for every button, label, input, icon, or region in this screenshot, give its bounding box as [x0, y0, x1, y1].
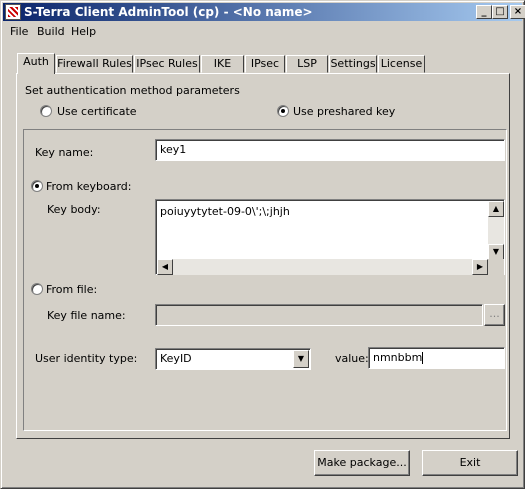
minimize-button[interactable]: _: [476, 5, 492, 19]
dropdown-arrow-icon[interactable]: ▼: [293, 350, 309, 368]
tab-ipsec-rules[interactable]: IPsec Rules: [134, 55, 200, 73]
tab-firewall-rules[interactable]: Firewall Rules: [56, 55, 133, 73]
menu-file[interactable]: File: [10, 25, 28, 38]
value-label: value:: [335, 352, 369, 365]
key-body-textarea[interactable]: poiuyytytet-09-0\';\;jhjh ▲ ▼ ◀ ▶: [155, 199, 505, 275]
use-preshared-key-radio[interactable]: [277, 105, 289, 117]
key-name-label: Key name:: [35, 146, 94, 159]
menu-help[interactable]: Help: [71, 25, 96, 38]
scroll-up-arrow-icon[interactable]: ▲: [488, 201, 504, 217]
title-bar: S-Terra Client AdminTool (cp) - <No name…: [3, 3, 525, 21]
use-preshared-key-label[interactable]: Use preshared key: [293, 105, 395, 118]
identity-value-text: nmnbbm: [373, 351, 423, 364]
browse-button[interactable]: ...: [484, 304, 505, 326]
key-name-input[interactable]: key1: [155, 139, 505, 161]
key-file-name-input[interactable]: [155, 304, 483, 326]
identity-type-value: KeyID: [160, 352, 192, 365]
scroll-right-arrow-icon[interactable]: ▶: [472, 259, 488, 275]
auth-heading: Set authentication method parameters: [25, 84, 240, 97]
preshared-key-group: [23, 129, 507, 431]
close-button[interactable]: ×: [510, 5, 525, 19]
identity-value-input[interactable]: nmnbbm: [368, 347, 505, 369]
maximize-button[interactable]: □: [492, 5, 508, 19]
use-certificate-radio[interactable]: [40, 105, 52, 117]
key-file-name-label: Key file name:: [47, 309, 126, 322]
tab-lsp[interactable]: LSP: [286, 55, 328, 73]
horizontal-scrollbar-track[interactable]: [157, 259, 488, 275]
use-certificate-label[interactable]: Use certificate: [57, 105, 137, 118]
menu-build[interactable]: Build: [37, 25, 65, 38]
main-window: S-Terra Client AdminTool (cp) - <No name…: [0, 0, 525, 489]
from-file-label[interactable]: From file:: [46, 283, 97, 296]
scroll-left-arrow-icon[interactable]: ◀: [157, 259, 173, 275]
tab-license[interactable]: License: [378, 55, 425, 73]
text-cursor: [422, 352, 424, 364]
user-identity-type-label: User identity type:: [35, 352, 138, 365]
window-title: S-Terra Client AdminTool (cp) - <No name…: [24, 5, 313, 19]
tab-settings[interactable]: Settings: [329, 55, 377, 73]
key-body-text: poiuyytytet-09-0\';\;jhjh: [160, 205, 290, 218]
exit-button[interactable]: Exit: [422, 450, 518, 476]
identity-type-select[interactable]: KeyID: [155, 348, 311, 370]
menu-bar: File Build Help: [3, 22, 522, 41]
make-package-button[interactable]: Make package...: [314, 450, 410, 476]
tab-ike[interactable]: IKE: [201, 55, 244, 73]
scrollbar-corner: [488, 259, 504, 275]
scroll-down-arrow-icon[interactable]: ▼: [488, 244, 504, 260]
key-body-label: Key body:: [47, 203, 101, 216]
from-keyboard-radio[interactable]: [31, 180, 43, 192]
app-icon: [5, 4, 21, 20]
from-file-radio[interactable]: [31, 283, 43, 295]
from-keyboard-label[interactable]: From keyboard:: [46, 180, 131, 193]
tab-ipsec[interactable]: IPsec: [245, 55, 285, 73]
tab-auth[interactable]: Auth: [17, 53, 55, 74]
